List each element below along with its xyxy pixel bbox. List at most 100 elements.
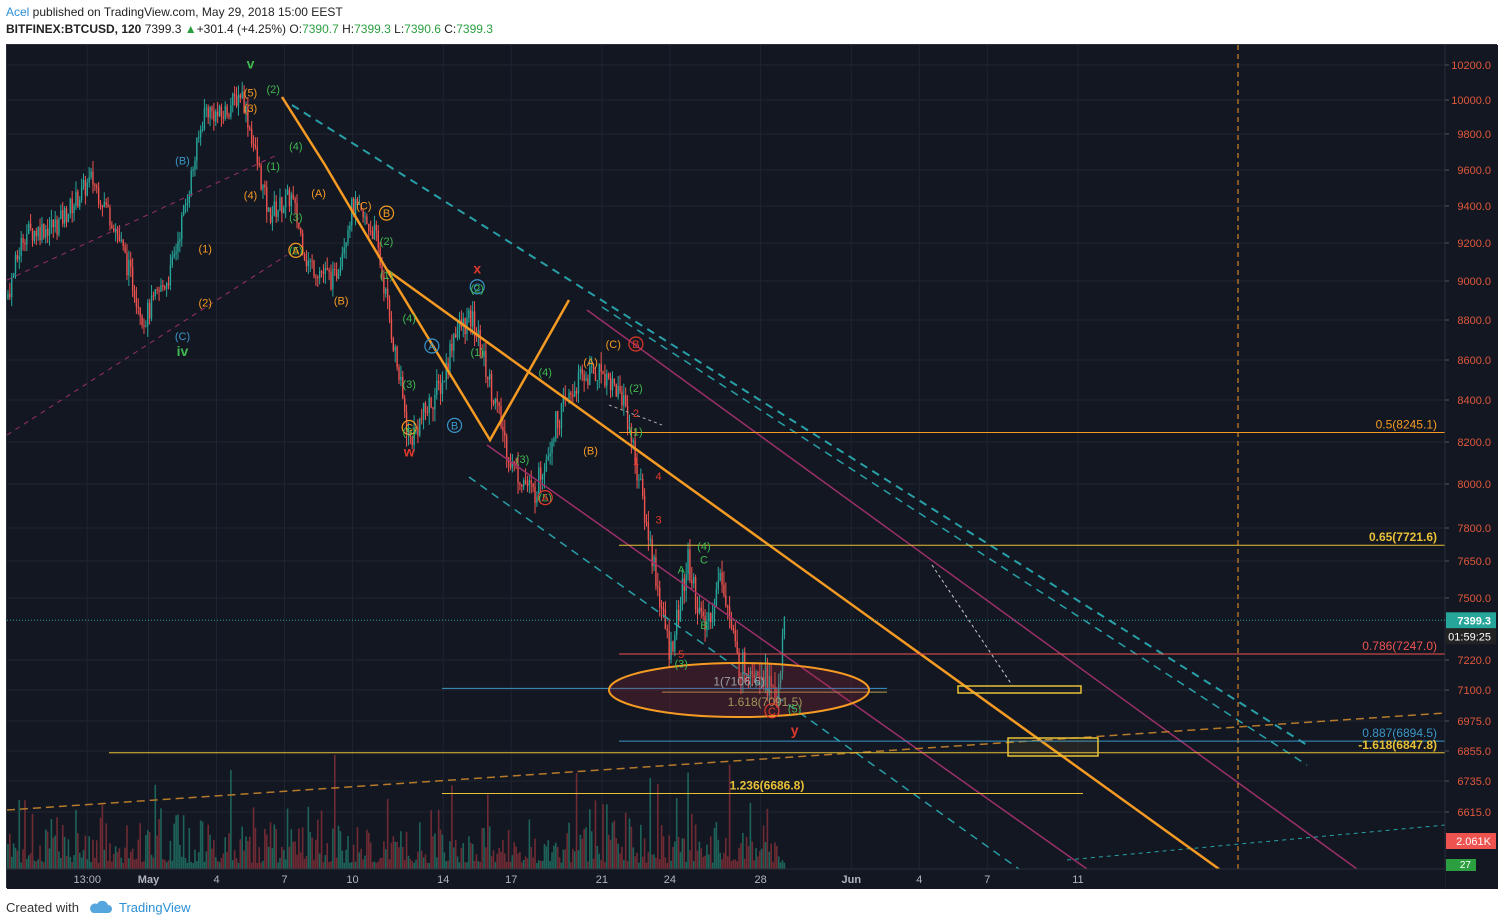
time-axis-label: Jun xyxy=(841,874,861,886)
volume-bar xyxy=(424,854,427,869)
volume-bar xyxy=(541,860,544,869)
volume-bar xyxy=(80,857,83,869)
volume-bar xyxy=(220,857,223,869)
volume-bar xyxy=(50,818,53,869)
author-link[interactable]: Acel xyxy=(6,5,29,19)
candle-body xyxy=(606,373,608,386)
candle-body xyxy=(373,224,376,240)
volume-bar xyxy=(435,857,438,869)
volume-bar xyxy=(668,835,670,869)
volume-bar xyxy=(167,860,170,869)
price-axis-label: 9000.0 xyxy=(1457,276,1491,288)
volume-bar xyxy=(122,862,124,869)
volume-bar xyxy=(305,855,308,869)
candle-body xyxy=(120,239,122,241)
volume-bar xyxy=(303,858,306,869)
volume-bar xyxy=(401,846,404,869)
candle-body xyxy=(539,467,542,480)
volume-bar xyxy=(216,860,219,869)
candle-body xyxy=(167,283,170,286)
volume-bar xyxy=(640,824,642,869)
candle-body xyxy=(700,607,702,612)
candle-body xyxy=(396,346,398,368)
candle-body xyxy=(541,475,544,480)
volume-bar xyxy=(630,826,633,869)
volume-bar xyxy=(186,862,189,869)
candle-body xyxy=(20,238,22,257)
candle-body xyxy=(532,483,534,487)
candle-body xyxy=(662,608,665,610)
volume-bar xyxy=(734,859,737,869)
wave-label: (5) xyxy=(244,88,257,100)
candle-body xyxy=(213,110,215,122)
volume-bar xyxy=(643,838,646,869)
volume-bar xyxy=(662,836,665,869)
volume-bar xyxy=(69,856,72,869)
chart-area[interactable]: 0.5(8245.1) 0.65(7721.6) 0.786(7247.0) 0.88… xyxy=(6,44,1498,889)
volume-bar xyxy=(207,824,209,869)
candle-body xyxy=(192,169,194,171)
candle-body xyxy=(128,259,130,276)
volume-bar xyxy=(692,861,695,869)
candle-body xyxy=(330,271,332,290)
candle-body xyxy=(79,199,81,207)
candle-body xyxy=(216,111,219,116)
candle-body xyxy=(456,328,459,338)
volume-bar xyxy=(524,856,527,869)
volume-bar xyxy=(445,861,448,869)
volume-bar xyxy=(384,849,387,869)
change-arrow: ▲ xyxy=(184,22,197,36)
volume-bar xyxy=(71,861,73,869)
time-axis-label: 7 xyxy=(281,874,287,886)
volume-bar xyxy=(179,844,181,869)
tradingview-brand-link[interactable]: TradingView xyxy=(119,900,191,915)
volume-bar xyxy=(231,860,234,869)
volume-bar xyxy=(562,849,565,869)
volume-bar xyxy=(35,861,38,869)
candle-body xyxy=(164,286,166,289)
volume-bar xyxy=(589,809,591,869)
candle-body xyxy=(677,609,680,621)
candle-body xyxy=(182,205,185,216)
time-axis-label: 11 xyxy=(1072,874,1083,886)
volume-bar xyxy=(743,858,746,869)
candle-body xyxy=(305,259,308,266)
candle-body xyxy=(572,394,574,397)
volume-bar xyxy=(439,829,442,869)
volume-bar xyxy=(468,836,470,869)
volume-bar xyxy=(681,838,684,869)
volume-bar xyxy=(48,848,51,869)
candle-body xyxy=(502,426,504,432)
volume-bar xyxy=(173,823,175,869)
candle-body xyxy=(317,276,319,278)
candle-body xyxy=(693,577,695,584)
candle-body xyxy=(135,298,138,307)
volume-bar xyxy=(390,842,393,869)
volume-bar xyxy=(269,822,272,869)
candle-body xyxy=(190,170,192,194)
volume-bar xyxy=(607,834,610,869)
volume-bar xyxy=(252,807,255,869)
volume-bar xyxy=(105,823,107,869)
volume-bar xyxy=(369,842,372,869)
volume-bar xyxy=(318,853,321,869)
price-chart[interactable]: 0.5(8245.1)0.65(7721.6)0.786(7247.0)0.88… xyxy=(7,45,1498,889)
volume-bar xyxy=(488,826,491,869)
volume-bar xyxy=(260,862,262,869)
volume-bar xyxy=(405,831,408,869)
volume-bar xyxy=(532,857,534,869)
candle-body xyxy=(54,219,56,228)
candle-body xyxy=(468,310,470,318)
volume-bar xyxy=(475,854,478,869)
candle-body xyxy=(653,557,655,567)
volume-bar xyxy=(26,858,28,869)
candle-body xyxy=(26,233,28,245)
candle-body xyxy=(691,580,693,584)
volume-bar xyxy=(162,859,164,869)
candle-body xyxy=(169,265,172,286)
volume-bar xyxy=(418,822,421,869)
candle-body xyxy=(275,201,277,217)
candle-body xyxy=(536,497,538,503)
candle-body xyxy=(617,385,619,397)
volume-bar xyxy=(10,856,13,869)
